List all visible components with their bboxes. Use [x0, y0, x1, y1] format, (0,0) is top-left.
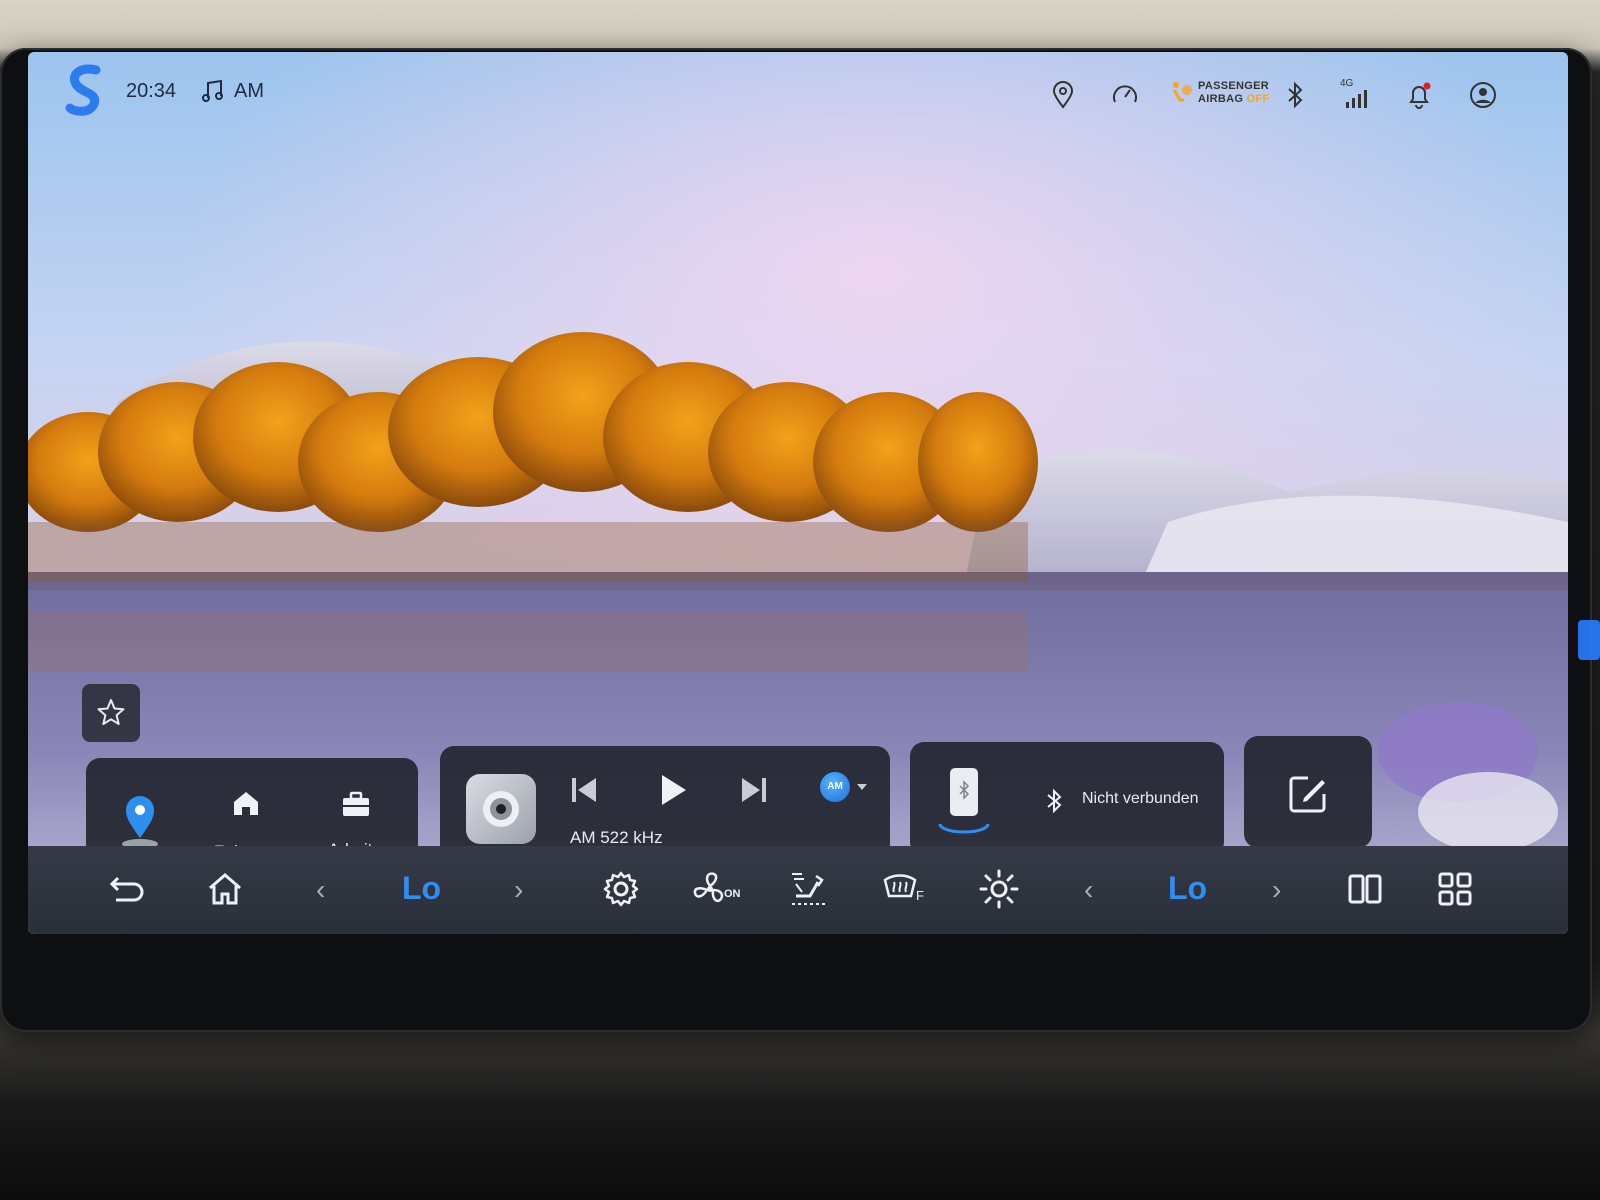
windshield-defrost-button[interactable]: F	[882, 868, 930, 910]
play-icon[interactable]	[652, 770, 692, 810]
source-badge: AM	[827, 781, 843, 792]
ambient-light	[1578, 620, 1600, 660]
passenger-temp-increase-button[interactable]: ›	[1272, 874, 1281, 906]
back-icon[interactable]	[106, 868, 148, 910]
split-screen-icon[interactable]	[1344, 868, 1386, 910]
driver-temp-decrease-button[interactable]: ‹	[316, 874, 325, 906]
airbag-label-line1: PASSENGER	[1198, 80, 1269, 92]
phone-connection-card[interactable]: Nicht verbunden	[910, 742, 1224, 856]
edit-widgets-button[interactable]	[1244, 736, 1372, 848]
source-select-button[interactable]: AM	[820, 770, 874, 804]
driver-temp-increase-button[interactable]: ›	[514, 874, 523, 906]
previous-track-icon[interactable]	[566, 772, 602, 808]
defrost-label: F	[916, 888, 924, 903]
audio-source-label: AM	[234, 80, 264, 102]
source-select-icon: AM	[820, 772, 850, 802]
passenger-temp-decrease-button[interactable]: ‹	[1084, 874, 1093, 906]
phone-icon	[938, 768, 990, 834]
bluetooth-status: Nicht verbunden	[1082, 790, 1199, 807]
next-track-icon[interactable]	[736, 772, 772, 808]
house-icon	[234, 792, 258, 815]
climate-dock: ‹ Lo › ON F ‹ Lo ›	[28, 846, 1568, 934]
passenger-temperature: Lo	[1168, 870, 1208, 906]
briefcase-icon	[343, 791, 369, 816]
app-grid-icon[interactable]	[1434, 868, 1476, 910]
passenger-airbag-indicator: PASSENGER AIRBAG OFF	[1170, 78, 1270, 108]
signal-icon: 4G	[1340, 78, 1374, 110]
app-logo-icon	[65, 64, 101, 116]
seat-airflow-icon[interactable]	[788, 868, 834, 910]
favorites-button[interactable]	[82, 684, 140, 742]
clock: 20:34	[126, 80, 177, 102]
radio-app-icon[interactable]	[466, 774, 536, 844]
airbag-icon	[1172, 82, 1192, 102]
airbag-label-line2: AIRBAG OFF	[1198, 93, 1270, 105]
windshield-defrost-icon	[883, 874, 917, 898]
navigation-pin-icon[interactable]	[118, 792, 162, 852]
status-bar: 20:34 AM PASSENGER AIRBAG OFF 4G	[28, 52, 1568, 142]
music-note-icon	[202, 79, 223, 102]
favorite-star-icon	[97, 699, 125, 725]
bluetooth-icon	[1047, 788, 1062, 814]
settings-gear-icon[interactable]	[600, 868, 642, 910]
user-profile-icon[interactable]	[1468, 80, 1498, 110]
fan-status: ON	[724, 888, 741, 900]
driver-temperature: Lo	[402, 870, 442, 906]
airbag-state: OFF	[1246, 93, 1270, 105]
home-icon[interactable]	[204, 868, 246, 910]
chevron-down-icon	[857, 784, 867, 790]
speed-gauge-icon[interactable]	[1110, 80, 1140, 110]
fan-button[interactable]: ON	[692, 868, 748, 910]
brightness-icon[interactable]	[978, 868, 1020, 910]
location-pin-icon[interactable]	[1048, 80, 1078, 110]
bluetooth-icon[interactable]	[1280, 80, 1310, 110]
fan-icon	[693, 872, 724, 903]
notification-bell-icon[interactable]	[1404, 80, 1434, 110]
station-frequency: AM 522 kHz	[570, 828, 663, 847]
edit-icon	[1289, 776, 1326, 813]
infotainment-screen: 20:34 AM PASSENGER AIRBAG OFF 4G AM AM 5…	[28, 52, 1568, 934]
